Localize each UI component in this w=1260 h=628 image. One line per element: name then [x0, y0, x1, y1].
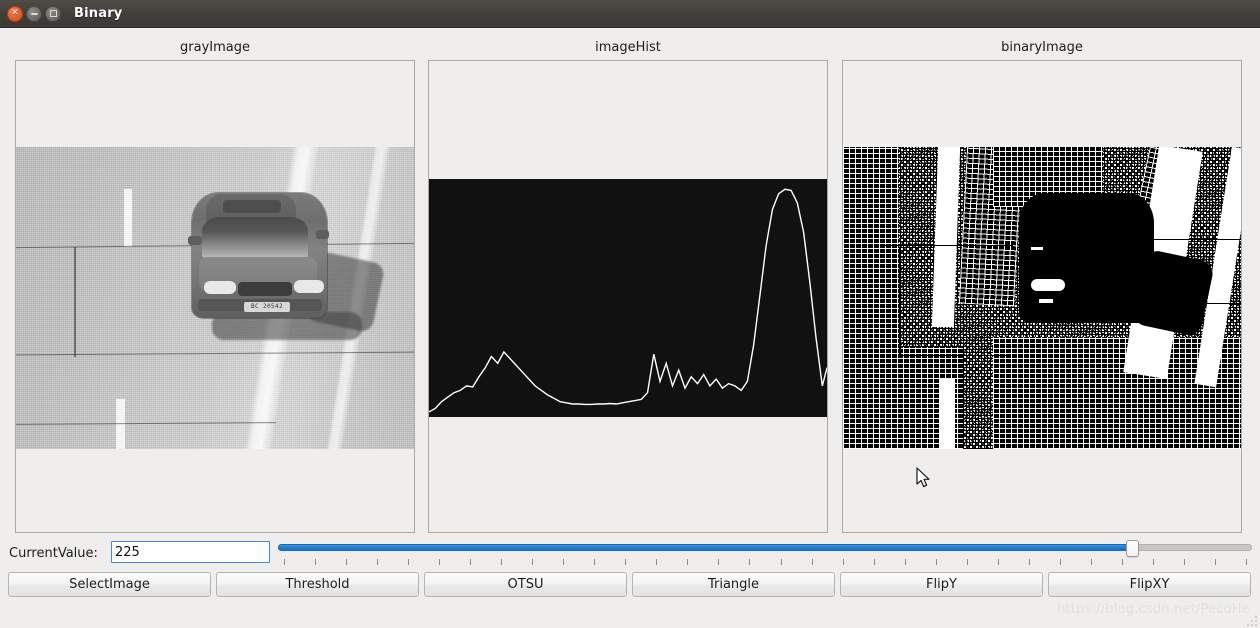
- slider-tick: [532, 559, 534, 565]
- threshold-button[interactable]: Threshold: [216, 572, 419, 597]
- gray-image-caption: grayImage: [180, 40, 250, 55]
- selectimage-button[interactable]: SelectImage: [8, 572, 211, 597]
- maximize-icon[interactable]: [45, 5, 61, 22]
- slider-tick: [470, 559, 472, 565]
- slider-tick: [346, 559, 348, 565]
- binary-image-panel[interactable]: [842, 60, 1242, 533]
- threshold-slider[interactable]: [278, 540, 1252, 566]
- slider-tick: [315, 559, 317, 565]
- binary-windshield-mark: [1031, 247, 1043, 250]
- application-window: ✕ Binary grayImage imageHist binaryImage: [0, 0, 1260, 628]
- car-grille: [238, 282, 292, 296]
- window-buttons: ✕: [7, 5, 61, 22]
- binary-crack-4: [1201, 303, 1241, 304]
- slider-tick: [718, 559, 720, 565]
- gray-image-photo: BC 20542: [16, 147, 414, 449]
- license-plate: BC 20542: [244, 302, 290, 312]
- binary-car-blob: [1019, 193, 1154, 323]
- flipxy-button[interactable]: FlipXY: [1048, 572, 1251, 597]
- binary-crack-2: [1153, 239, 1241, 240]
- slider-tick: [842, 559, 844, 565]
- slider-tick: [687, 559, 689, 565]
- car-headlight-left: [204, 281, 236, 294]
- flipy-button[interactable]: FlipY: [840, 572, 1043, 597]
- minimize-icon[interactable]: [26, 5, 42, 22]
- slider-tick: [1059, 559, 1061, 565]
- title-bar: ✕ Binary: [0, 0, 1260, 28]
- slider-tick: [594, 559, 596, 565]
- car-sunroof: [223, 200, 281, 213]
- binary-plate-mark: [1039, 299, 1053, 303]
- slider-tick: [780, 559, 782, 565]
- image-hist-panel[interactable]: [428, 60, 828, 533]
- slider-tick: [1246, 559, 1247, 565]
- histogram-line-chart: [429, 179, 827, 417]
- slider-tick: [439, 559, 441, 565]
- car-windshield: [202, 217, 308, 259]
- slider-tick: [501, 559, 503, 565]
- binary-headlight-left: [1031, 279, 1065, 291]
- window-title: Binary: [74, 6, 123, 21]
- button-row: SelectImage Threshold OTSU Triangle FlipY Fli…: [0, 572, 1260, 597]
- gray-image-panel[interactable]: BC 20542: [15, 60, 415, 533]
- pavement-crack-vertical: [74, 247, 76, 357]
- binary-image-caption: binaryImage: [1001, 40, 1083, 55]
- current-value-label: CurrentValue:: [9, 546, 98, 561]
- image-hist-caption: imageHist: [595, 40, 661, 55]
- close-icon[interactable]: ✕: [7, 5, 23, 22]
- car-headlight-right: [294, 280, 324, 293]
- slider-tick: [284, 559, 285, 565]
- otsu-button[interactable]: OTSU: [424, 572, 627, 597]
- lane-dash-upper: [124, 189, 132, 247]
- slider-tick: [563, 559, 565, 565]
- histogram-plot: [429, 179, 827, 417]
- slider-tick: [1121, 559, 1123, 565]
- slider-tick: [749, 559, 751, 565]
- current-value-input[interactable]: [111, 541, 270, 563]
- slider-tick: [966, 559, 968, 565]
- slider-tick: [625, 559, 627, 565]
- slider-tick: [997, 559, 999, 565]
- slider-tick: [935, 559, 937, 565]
- binary-crack-vertical: [899, 247, 901, 357]
- triangle-button[interactable]: Triangle: [632, 572, 835, 597]
- slider-ticks: [278, 559, 1252, 566]
- slider-tick: [377, 559, 379, 565]
- slider-tick: [811, 559, 813, 565]
- binary-image-photo: [843, 147, 1241, 449]
- slider-tick: [1028, 559, 1030, 565]
- slider-tick: [1090, 559, 1092, 565]
- slider-tick: [904, 559, 906, 565]
- binary-crack-1: [883, 245, 1013, 246]
- binary-crack-3: [899, 355, 1009, 356]
- watermark: https://blog.csdn.net/PecoHe: [1057, 602, 1250, 617]
- slider-tick: [1152, 559, 1154, 565]
- slider-fill: [278, 544, 1133, 551]
- slider-handle[interactable]: [1125, 540, 1139, 557]
- car-mirror-right: [316, 230, 329, 239]
- slider-tick: [1214, 559, 1216, 565]
- slider-tick: [408, 559, 410, 565]
- slider-tick: [1183, 559, 1185, 565]
- slider-tick: [873, 559, 875, 565]
- slider-tick: [656, 559, 658, 565]
- binary-lane-lower: [939, 379, 955, 449]
- car-mirror-left: [188, 236, 202, 245]
- mouse-cursor: [916, 467, 930, 488]
- resize-grip[interactable]: [1245, 614, 1257, 626]
